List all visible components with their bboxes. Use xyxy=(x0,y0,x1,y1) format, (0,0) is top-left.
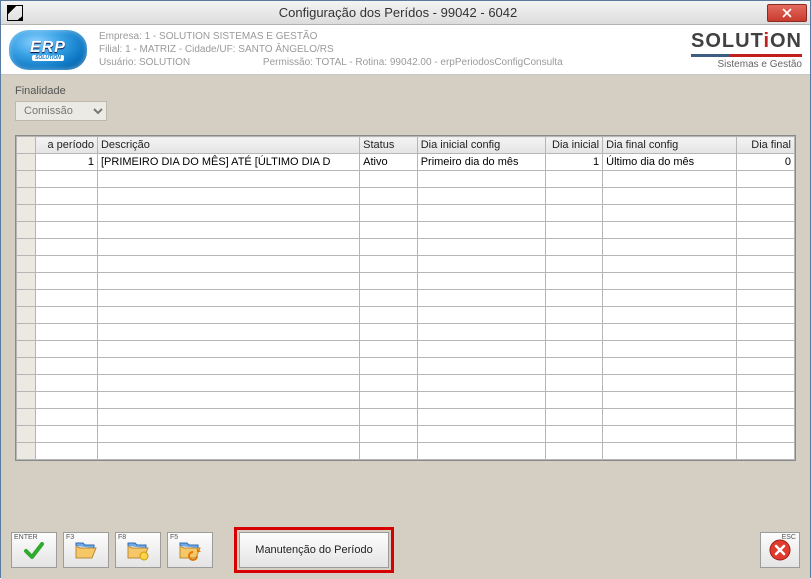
cell-dia-ini[interactable]: 1 xyxy=(545,154,603,171)
table-row[interactable]: 1 [PRIMEIRO DIA DO MÊS] ATÉ [ÚLTIMO DIA … xyxy=(17,154,795,171)
cell-dia-ini-cfg[interactable]: Primeiro dia do mês xyxy=(417,154,545,171)
f3-key-label: F3 xyxy=(66,534,74,541)
folder-open-icon xyxy=(74,538,98,562)
table-row-empty[interactable] xyxy=(17,409,795,426)
row-selector[interactable] xyxy=(17,154,36,171)
table-row-empty[interactable] xyxy=(17,256,795,273)
folder-refresh-icon xyxy=(178,538,202,562)
table-row-empty[interactable] xyxy=(17,426,795,443)
manutencao-periodo-button[interactable]: Manutenção do Período xyxy=(239,532,389,568)
col-dia-inicial[interactable]: Dia inicial xyxy=(545,137,603,154)
enter-button[interactable]: ENTER xyxy=(11,532,57,568)
app-icon xyxy=(7,5,23,21)
table-row-empty[interactable] xyxy=(17,443,795,460)
cell-periodo[interactable]: 1 xyxy=(36,154,98,171)
cell-descricao[interactable]: [PRIMEIRO DIA DO MÊS] ATÉ [ÚLTIMO DIA D xyxy=(97,154,359,171)
finalidade-label: Finalidade xyxy=(15,85,796,97)
cell-status[interactable]: Ativo xyxy=(360,154,418,171)
table-row-empty[interactable] xyxy=(17,392,795,409)
erp-logo-sub: SOLUTION xyxy=(32,55,64,61)
brand-part2: ON xyxy=(770,30,802,52)
table-row-empty[interactable] xyxy=(17,273,795,290)
f5-button[interactable]: F5 xyxy=(167,532,213,568)
table-row-empty[interactable] xyxy=(17,341,795,358)
f3-button[interactable]: F3 xyxy=(63,532,109,568)
permissao-label: Permissão: TOTAL - Rotina: 99042.00 - er… xyxy=(263,57,563,68)
grid-header-row: a período Descrição Status Dia inicial c… xyxy=(17,137,795,154)
filial-label: Filial: 1 - MATRIZ - Cidade/UF: SANTO ÂN… xyxy=(99,43,691,56)
table-row-empty[interactable] xyxy=(17,307,795,324)
window-title: Configuração dos Perídos - 99042 - 6042 xyxy=(29,5,767,20)
table-row-empty[interactable] xyxy=(17,290,795,307)
usuario-label: Usuário: SOLUTION xyxy=(99,57,190,68)
esc-button[interactable]: ESC xyxy=(760,532,800,568)
solution-logo: SOLUTiON Sistemas e Gestão xyxy=(691,30,802,70)
col-dia-inicial-config[interactable]: Dia inicial config xyxy=(417,137,545,154)
header: ERP SOLUTION Empresa: 1 - SOLUTION SISTE… xyxy=(1,25,810,75)
empresa-label: Empresa: 1 - SOLUTION SISTEMAS E GESTÃO xyxy=(99,30,691,43)
cell-dia-fin-cfg[interactable]: Último dia do mês xyxy=(603,154,737,171)
folder-star-icon xyxy=(126,538,150,562)
brand-sub: Sistemas e Gestão xyxy=(691,58,802,70)
titlebar: Configuração dos Perídos - 99042 - 6042 xyxy=(1,1,810,25)
table-row-empty[interactable] xyxy=(17,239,795,256)
content-area: Finalidade Comissão a período Descrição … xyxy=(1,75,810,579)
f8-key-label: F8 xyxy=(118,534,126,541)
finalidade-select[interactable]: Comissão xyxy=(15,101,107,121)
toolbar: ENTER F3 F8 F5 xyxy=(11,527,800,573)
enter-key-label: ENTER xyxy=(14,534,38,541)
header-info: Empresa: 1 - SOLUTION SISTEMAS E GESTÃO … xyxy=(99,30,691,69)
close-circle-icon xyxy=(768,538,792,562)
table-row-empty[interactable] xyxy=(17,222,795,239)
table-row-empty[interactable] xyxy=(17,171,795,188)
table-row-empty[interactable] xyxy=(17,375,795,392)
close-button[interactable] xyxy=(767,4,807,22)
table-row-empty[interactable] xyxy=(17,205,795,222)
erp-logo: ERP SOLUTION xyxy=(9,30,87,70)
check-icon xyxy=(22,538,46,562)
brand-part1: SOLUT xyxy=(691,30,763,52)
col-descricao[interactable]: Descrição xyxy=(97,137,359,154)
table-row-empty[interactable] xyxy=(17,358,795,375)
cell-dia-fin[interactable]: 0 xyxy=(737,154,795,171)
erp-logo-text: ERP xyxy=(30,39,66,57)
f5-key-label: F5 xyxy=(170,534,178,541)
col-status[interactable]: Status xyxy=(360,137,418,154)
col-dia-final[interactable]: Dia final xyxy=(737,137,795,154)
table-row-empty[interactable] xyxy=(17,324,795,341)
col-periodo[interactable]: a período xyxy=(36,137,98,154)
f8-button[interactable]: F8 xyxy=(115,532,161,568)
table-row-empty[interactable] xyxy=(17,188,795,205)
esc-key-label: ESC xyxy=(782,534,796,541)
col-dia-final-config[interactable]: Dia final config xyxy=(603,137,737,154)
grid[interactable]: a período Descrição Status Dia inicial c… xyxy=(15,135,796,461)
col-selector xyxy=(17,137,36,154)
